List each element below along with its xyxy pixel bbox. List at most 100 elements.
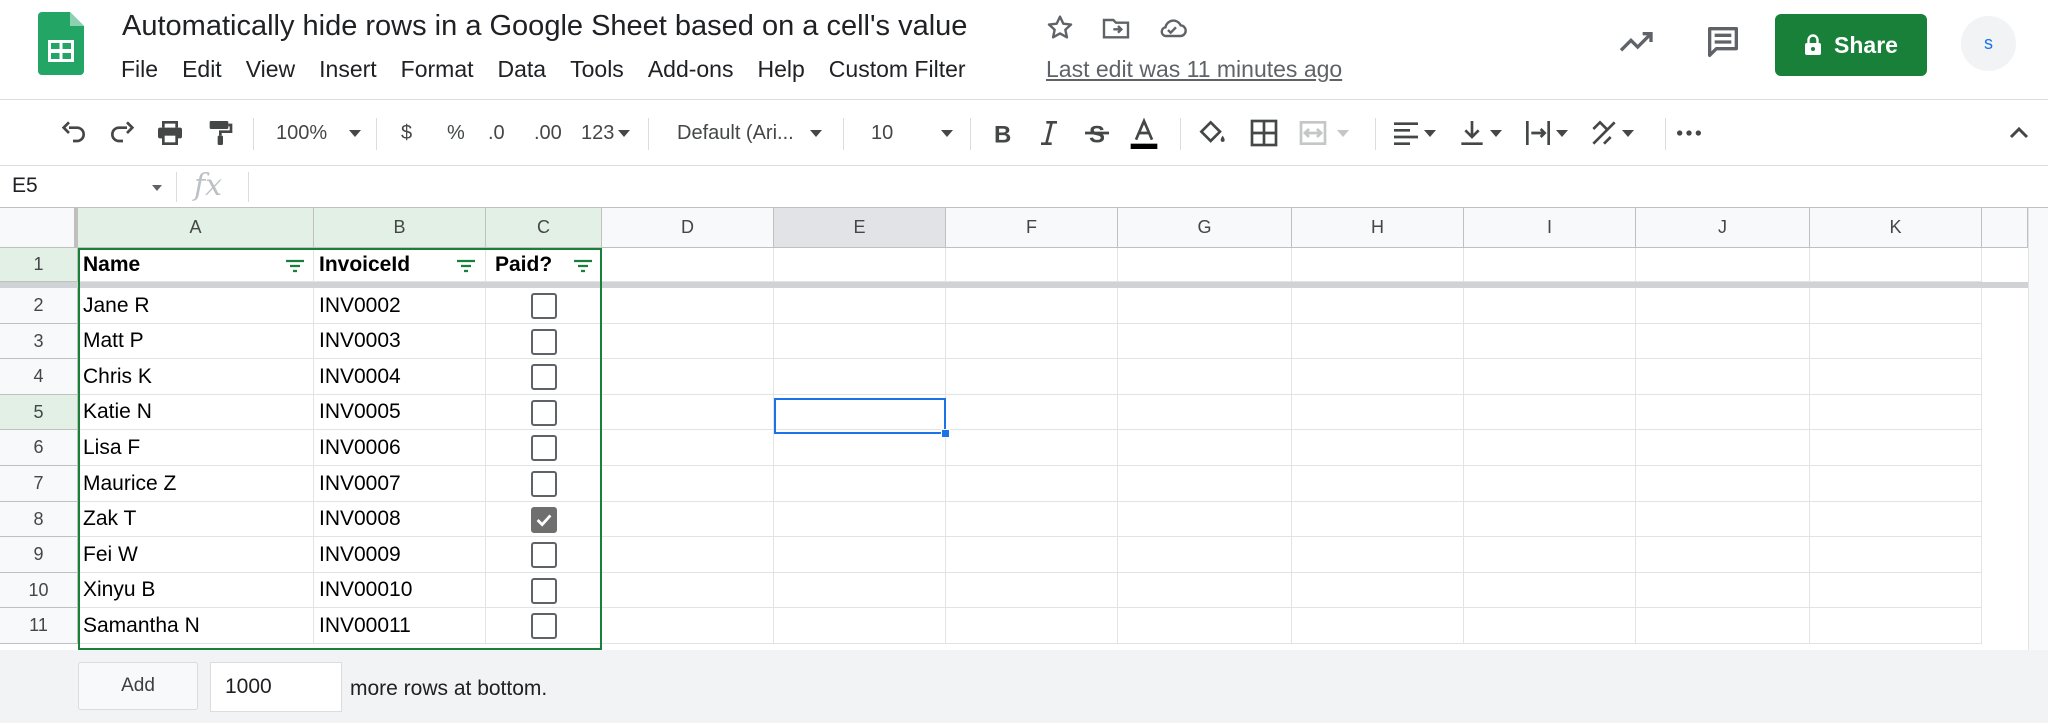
- cell[interactable]: [602, 502, 774, 537]
- cell[interactable]: [1464, 324, 1636, 359]
- name-cell[interactable]: Jane R: [78, 288, 314, 324]
- explore-trend-icon[interactable]: [1616, 22, 1656, 62]
- cell[interactable]: [1292, 608, 1464, 644]
- cell[interactable]: [1464, 288, 1636, 324]
- cell[interactable]: [1636, 537, 1810, 573]
- cell[interactable]: [602, 466, 774, 502]
- cell[interactable]: [1118, 502, 1292, 537]
- format-percent-button[interactable]: %: [447, 116, 465, 150]
- filter-icon[interactable]: [572, 258, 594, 274]
- cell[interactable]: [1810, 395, 1982, 430]
- invoice-cell[interactable]: INV0008: [314, 502, 486, 537]
- add-rows-count-input[interactable]: 1000: [210, 662, 342, 712]
- cell[interactable]: [1118, 466, 1292, 502]
- cell[interactable]: [1636, 466, 1810, 502]
- cell[interactable]: [1292, 359, 1464, 395]
- cell[interactable]: [1810, 502, 1982, 537]
- invoice-cell[interactable]: INV0005: [314, 395, 486, 430]
- cell[interactable]: [1464, 502, 1636, 537]
- column-header-a[interactable]: A: [78, 208, 314, 248]
- cell[interactable]: [1810, 324, 1982, 359]
- menu-tools[interactable]: Tools: [570, 56, 624, 83]
- paint-format-button[interactable]: [203, 116, 235, 150]
- cell[interactable]: [1810, 608, 1982, 644]
- cell[interactable]: [1292, 502, 1464, 537]
- cell[interactable]: [1810, 466, 1982, 502]
- column-header-f[interactable]: F: [946, 208, 1118, 248]
- undo-button[interactable]: [57, 116, 89, 150]
- column-header-g[interactable]: G: [1118, 208, 1292, 248]
- cell[interactable]: [1810, 430, 1982, 466]
- text-rotation-button[interactable]: [1588, 116, 1634, 150]
- cell[interactable]: [1118, 359, 1292, 395]
- redo-button[interactable]: [107, 116, 139, 150]
- paid-checkbox[interactable]: [531, 364, 557, 390]
- column-header-b[interactable]: B: [314, 208, 486, 248]
- cell[interactable]: [1118, 395, 1292, 430]
- paid-checkbox[interactable]: [531, 435, 557, 461]
- horizontal-align-button[interactable]: [1390, 116, 1436, 150]
- font-family-select[interactable]: Default (Ari...: [677, 116, 822, 150]
- last-edit-link[interactable]: Last edit was 11 minutes ago: [1046, 56, 1342, 83]
- cell[interactable]: [774, 537, 946, 573]
- invoice-cell[interactable]: INV0007: [314, 466, 486, 502]
- document-title[interactable]: Automatically hide rows in a Google Shee…: [122, 10, 967, 43]
- text-wrapping-button[interactable]: [1522, 116, 1568, 150]
- paid-checkbox[interactable]: [531, 542, 557, 568]
- vertical-scrollbar[interactable]: [2028, 208, 2048, 650]
- add-rows-button[interactable]: Add: [78, 662, 198, 710]
- menu-file[interactable]: File: [121, 56, 158, 83]
- cell[interactable]: [1292, 395, 1464, 430]
- decrease-decimal-button[interactable]: .0: [488, 116, 505, 150]
- cell[interactable]: [1118, 248, 1292, 282]
- row-header[interactable]: 10: [0, 573, 78, 608]
- column-header-h[interactable]: H: [1292, 208, 1464, 248]
- column-header-i[interactable]: I: [1464, 208, 1636, 248]
- cell[interactable]: [1464, 466, 1636, 502]
- menu-edit[interactable]: Edit: [182, 56, 222, 83]
- cell[interactable]: [1464, 573, 1636, 608]
- cell[interactable]: [1118, 573, 1292, 608]
- cloud-saved-icon[interactable]: [1156, 12, 1188, 44]
- cell[interactable]: [602, 537, 774, 573]
- cell[interactable]: [946, 502, 1118, 537]
- cell[interactable]: [774, 288, 946, 324]
- name-cell[interactable]: Samantha N: [78, 608, 314, 644]
- cell[interactable]: [1636, 359, 1810, 395]
- cell[interactable]: [1118, 430, 1292, 466]
- paid-checkbox[interactable]: [531, 329, 557, 355]
- merge-cells-button[interactable]: [1297, 116, 1349, 150]
- filter-icon[interactable]: [284, 258, 306, 274]
- menu-add-ons[interactable]: Add-ons: [648, 56, 734, 83]
- row-header[interactable]: 8: [0, 502, 78, 537]
- zoom-select[interactable]: 100%: [276, 116, 362, 150]
- column-header-l[interactable]: [1982, 208, 2028, 248]
- select-all-corner[interactable]: [0, 208, 78, 248]
- cell[interactable]: [1810, 537, 1982, 573]
- format-currency-button[interactable]: $: [401, 116, 412, 150]
- cell[interactable]: [946, 430, 1118, 466]
- cell[interactable]: [774, 430, 946, 466]
- cell[interactable]: [1636, 430, 1810, 466]
- column-header-e[interactable]: E: [774, 208, 946, 248]
- cell[interactable]: [602, 573, 774, 608]
- cell[interactable]: [946, 537, 1118, 573]
- bold-button[interactable]: B: [986, 116, 1018, 150]
- cell[interactable]: [602, 395, 774, 430]
- paid-checkbox[interactable]: [531, 578, 557, 604]
- cell[interactable]: [1292, 466, 1464, 502]
- cell[interactable]: [1292, 324, 1464, 359]
- increase-decimal-button[interactable]: .00: [534, 116, 562, 150]
- print-button[interactable]: [154, 116, 186, 150]
- more-formats-button[interactable]: 123: [581, 116, 631, 150]
- star-icon[interactable]: [1044, 12, 1076, 44]
- cell[interactable]: [1636, 395, 1810, 430]
- active-cell-selection[interactable]: [774, 398, 946, 434]
- paid-checkbox[interactable]: [531, 293, 557, 319]
- cell[interactable]: [1810, 359, 1982, 395]
- header-cell-name[interactable]: Name: [78, 248, 314, 282]
- font-size-select[interactable]: 10: [871, 116, 954, 150]
- invoice-cell[interactable]: INV00010: [314, 573, 486, 608]
- cell[interactable]: [774, 359, 946, 395]
- invoice-cell[interactable]: INV00011: [314, 608, 486, 644]
